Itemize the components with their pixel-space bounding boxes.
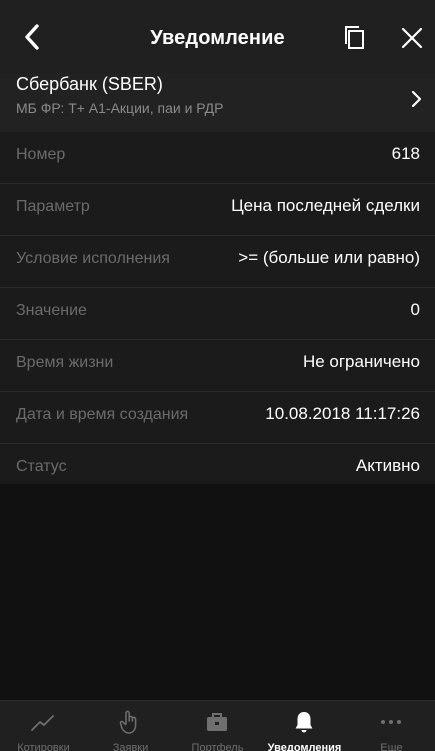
tab-label: Еще (380, 742, 403, 751)
detail-value: 0 (410, 300, 420, 319)
detail-row-created: Дата и время создания 10.08.2018 11:17:2… (0, 392, 435, 444)
detail-label: Параметр (16, 198, 90, 215)
tab-orders[interactable]: Заявки (87, 701, 174, 751)
detail-value: Активно (355, 456, 420, 475)
bell-icon (295, 712, 313, 733)
detail-row-lifetime: Время жизни Не ограничено (0, 340, 435, 392)
detail-row-condition: Условие исполнения >= (больше или равно) (0, 236, 435, 288)
detail-value: 618 (391, 144, 420, 163)
copy-icon[interactable] (340, 23, 370, 53)
briefcase-icon (207, 713, 227, 731)
tab-more[interactable]: Еще (348, 701, 435, 751)
more-dots-icon (381, 720, 401, 724)
detail-label: Значение (16, 302, 87, 319)
tab-portfolio[interactable]: Портфель (174, 701, 261, 751)
empty-area (0, 484, 435, 700)
chevron-right-icon (411, 90, 422, 108)
detail-row-value: Значение 0 (0, 288, 435, 340)
detail-row-number: Номер 618 (0, 132, 435, 184)
detail-label: Статус (16, 458, 67, 475)
instrument-market: МБ ФР: Т+ А1-Акции, паи и РДР (16, 100, 224, 116)
tab-quotes[interactable]: Котировки (0, 701, 87, 751)
instrument-row[interactable]: Сбербанк (SBER) МБ ФР: Т+ А1-Акции, паи … (0, 74, 435, 132)
bottom-tab-bar: Котировки Заявки Портфель Уведомления Ещ… (0, 700, 435, 751)
details-list: Номер 618 Параметр Цена последней сделки… (0, 132, 435, 496)
detail-value: Не ограничено (302, 352, 420, 371)
header-bar: Уведомление (0, 0, 435, 74)
notification-screen: Уведомление Сбербанк (SBER) МБ ФР: Т+ А1… (0, 0, 435, 751)
hand-icon (119, 710, 137, 734)
detail-label: Условие исполнения (16, 250, 170, 267)
chart-line-icon (31, 715, 54, 731)
close-icon[interactable] (397, 23, 427, 53)
detail-value: >= (больше или равно) (238, 248, 420, 267)
instrument-name: Сбербанк (SBER) (16, 74, 163, 94)
detail-label: Дата и время создания (16, 406, 189, 423)
detail-label: Время жизни (16, 354, 114, 371)
detail-label: Номер (16, 146, 66, 163)
tab-alerts[interactable]: Уведомления (261, 701, 348, 751)
detail-value: Цена последней сделки (231, 196, 420, 215)
detail-row-parameter: Параметр Цена последней сделки (0, 184, 435, 236)
detail-value: 10.08.2018 11:17:26 (265, 404, 420, 423)
